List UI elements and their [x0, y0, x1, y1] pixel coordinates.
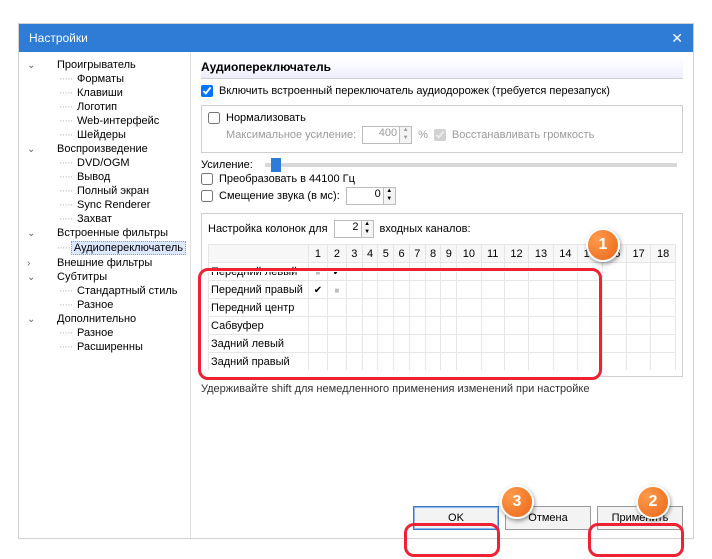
tree-item[interactable]: ·····Разное [47, 326, 186, 340]
tree-item[interactable]: ·····Логотип [47, 100, 186, 114]
titlebar: Настройки ✕ [19, 24, 693, 52]
channel-matrix[interactable]: 123456789101112131415161718Передний левы… [208, 244, 676, 370]
label-restore: Восстанавливать громкость [452, 129, 594, 141]
tree-item[interactable]: ·····Аудиопереключатель [47, 240, 186, 256]
tree-item[interactable]: ⌄Воспроизведение [27, 142, 186, 156]
tree-item[interactable]: ›Внешние фильтры [27, 256, 186, 270]
tree-item[interactable]: ·····DVD/OGM [47, 156, 186, 170]
chk-enable[interactable] [201, 85, 213, 97]
annotation-badge-3: 3 [500, 485, 534, 519]
tree-item[interactable]: ·····Разное [47, 298, 186, 312]
input-offset[interactable]: 0▲▼ [346, 187, 396, 205]
chk-restore [434, 129, 446, 141]
tree-item[interactable]: ⌄Проигрыватель [27, 58, 186, 72]
tree-item[interactable]: ·····Форматы [47, 72, 186, 86]
nav-tree[interactable]: ⌄Проигрыватель·····Форматы·····Клавиши··… [19, 52, 191, 538]
label-gain: Усиление: [201, 159, 253, 171]
tree-item[interactable]: ·····Стандартный стиль [47, 284, 186, 298]
tree-item[interactable]: ·····Расширенны [47, 340, 186, 354]
chk-normalize[interactable] [208, 112, 220, 124]
label-speaker-left: Настройка колонок для [208, 223, 328, 235]
window-title: Настройки [29, 31, 88, 45]
tree-item[interactable]: ⌄Встроенные фильтры [27, 226, 186, 240]
input-maxgain[interactable]: 400▲▼ [362, 126, 412, 144]
tree-item[interactable]: ·····Полный экран [47, 184, 186, 198]
input-channels[interactable]: 2▲▼ [334, 220, 374, 238]
tree-item[interactable]: ·····Sync Renderer [47, 198, 186, 212]
tree-item[interactable]: ·····Клавиши [47, 86, 186, 100]
section-title: Аудиопереключатель [201, 58, 683, 79]
hint-text: Удерживайте shift для немедленного приме… [201, 383, 683, 395]
annotation-badge-2: 2 [636, 485, 670, 519]
tree-item[interactable]: ·····Шейдеры [47, 128, 186, 142]
label-maxgain: Максимальное усиление: [226, 129, 356, 141]
label-normalize: Нормализовать [226, 112, 306, 124]
tree-item[interactable]: ⌄Дополнительно [27, 312, 186, 326]
chk-convert[interactable] [201, 173, 213, 185]
tree-item[interactable]: ⌄Субтитры [27, 270, 186, 284]
label-enable: Включить встроенный переключатель аудиод… [219, 85, 610, 97]
tree-item[interactable]: ·····Захват [47, 212, 186, 226]
label-offset: Смещение звука (в мс): [219, 190, 340, 202]
ok-button[interactable]: OK [413, 506, 499, 530]
settings-window: Настройки ✕ ⌄Проигрыватель·····Форматы··… [18, 23, 694, 539]
tree-item[interactable]: ·····Вывод [47, 170, 186, 184]
label-convert: Преобразовать в 44100 Гц [219, 173, 355, 185]
main-panel: Аудиопереключатель Включить встроенный п… [191, 52, 693, 538]
slider-gain[interactable] [265, 163, 677, 167]
label-speaker-right: входных каналов: [380, 223, 471, 235]
chk-offset[interactable] [201, 190, 213, 202]
tree-item[interactable]: ·····Web-интерфейс [47, 114, 186, 128]
close-icon[interactable]: ✕ [671, 30, 683, 47]
annotation-badge-1: 1 [586, 228, 620, 262]
